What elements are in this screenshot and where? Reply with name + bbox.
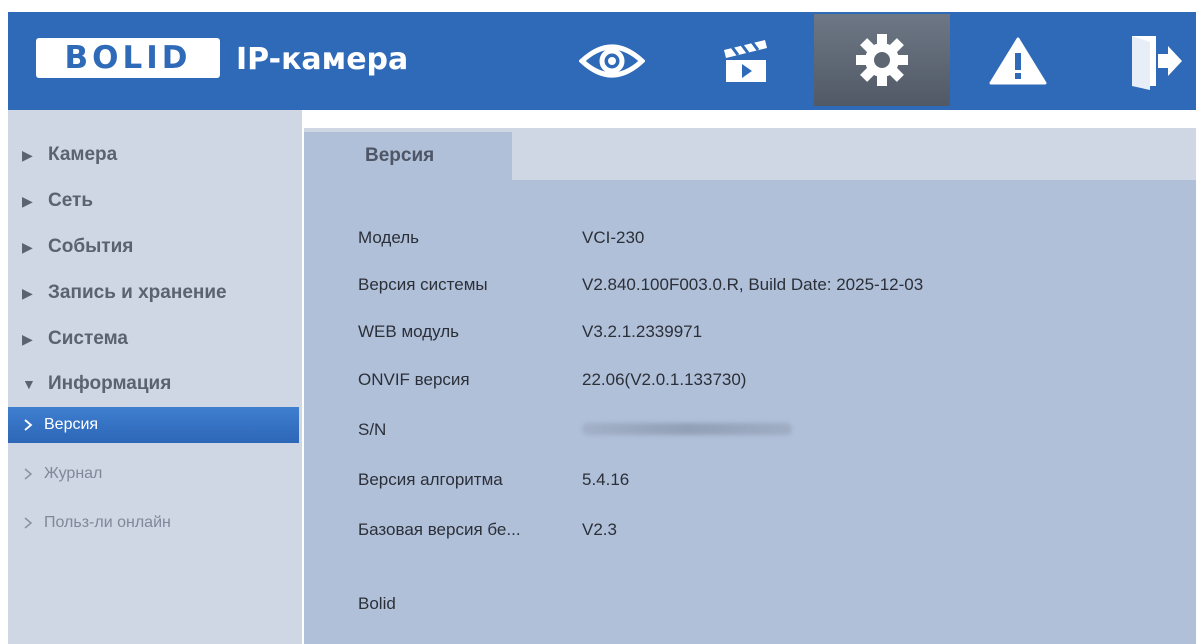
sidebar-item-label: Система xyxy=(48,328,128,349)
info-row-model: Модель VCI-230 xyxy=(358,223,644,253)
sidebar-subitem-online-users[interactable]: Польз-ли онлайн xyxy=(8,505,299,541)
live-view-button[interactable] xyxy=(544,12,680,110)
settings-button[interactable] xyxy=(814,14,950,106)
brand-logo: BOLID xyxy=(36,38,220,78)
alarm-button[interactable] xyxy=(950,12,1086,110)
logout-icon xyxy=(1132,36,1182,90)
warning-icon xyxy=(989,37,1047,85)
sidebar-item-network[interactable]: ▶ Сеть xyxy=(8,186,302,216)
main-content: Версия Модель VCI-230 Версия системы V2.… xyxy=(304,128,1196,644)
sidebar-item-information[interactable]: ▼ Информация xyxy=(8,369,302,399)
serial-number-redacted xyxy=(582,420,792,440)
sidebar-item-system[interactable]: ▶ Система xyxy=(8,324,302,354)
info-row-base-version: Базовая версия бе... V2.3 xyxy=(358,515,617,545)
triangle-right-icon: ▶ xyxy=(22,192,33,209)
info-value: V2.840.100F003.0.R, Build Date: 2025-12-… xyxy=(582,275,924,294)
sidebar-item-label: Сеть xyxy=(48,190,94,211)
tab-bar: Версия xyxy=(304,128,1196,180)
info-row-serial-number: S/N xyxy=(358,415,792,445)
tab-label: Версия xyxy=(365,145,435,166)
playback-button[interactable] xyxy=(678,12,814,110)
tab-version[interactable]: Версия xyxy=(304,132,512,180)
info-row-web-module: WEB модуль V3.2.1.2339971 xyxy=(358,317,702,347)
info-row-onvif-version: ONVIF версия 22.06(V2.0.1.133730) xyxy=(358,365,746,395)
info-label: Базовая версия бе... xyxy=(358,520,521,539)
triangle-right-icon: ▶ xyxy=(22,238,33,255)
sidebar-subitem-label: Версия xyxy=(44,416,99,433)
footer-brand: Bolid xyxy=(358,594,396,613)
chevron-right-icon xyxy=(24,419,34,431)
info-label: S/N xyxy=(358,420,387,439)
eye-icon xyxy=(579,44,645,78)
info-label: Модель xyxy=(358,228,420,247)
info-row-system-version: Версия системы V2.840.100F003.0.R, Build… xyxy=(358,270,923,300)
info-value: V2.3 xyxy=(582,520,617,539)
clapperboard-icon xyxy=(724,40,767,82)
info-label: WEB модуль xyxy=(358,322,460,341)
chevron-right-icon xyxy=(24,468,34,480)
triangle-right-icon: ▶ xyxy=(22,330,33,347)
app-title: IP-камера xyxy=(236,42,409,77)
sidebar-subitem-log[interactable]: Журнал xyxy=(8,456,299,492)
sidebar-item-label: Запись и хранение xyxy=(48,282,227,303)
sidebar-menu: ▶ Камера ▶ Сеть ▶ События ▶ Запись и хра… xyxy=(8,110,302,644)
info-label: Версия алгоритма xyxy=(358,470,503,489)
info-value: VCI-230 xyxy=(582,228,645,247)
sidebar-subitem-label: Журнал xyxy=(44,465,103,482)
info-value: 5.4.16 xyxy=(582,470,630,489)
sidebar-subitem-version[interactable]: Версия xyxy=(8,407,299,443)
info-label: Версия системы xyxy=(358,275,488,294)
gear-icon xyxy=(856,34,908,86)
sidebar-item-label: Камера xyxy=(48,144,118,165)
sidebar-item-events[interactable]: ▶ События xyxy=(8,232,302,262)
top-header: BOLID IP-камера xyxy=(8,12,1196,110)
sidebar-item-camera[interactable]: ▶ Камера xyxy=(8,140,302,170)
logout-button[interactable] xyxy=(1114,12,1196,110)
triangle-right-icon: ▶ xyxy=(22,146,33,163)
logo-text: BOLID xyxy=(64,39,192,76)
info-row-algorithm-version: Версия алгоритма 5.4.16 xyxy=(358,465,629,495)
sidebar-subitem-label: Польз-ли онлайн xyxy=(44,514,171,531)
triangle-down-icon: ▼ xyxy=(22,376,36,392)
info-label: ONVIF версия xyxy=(358,370,470,389)
sidebar-item-storage[interactable]: ▶ Запись и хранение xyxy=(8,278,302,308)
triangle-right-icon: ▶ xyxy=(22,284,33,301)
sidebar-item-label: События xyxy=(48,236,134,257)
info-value: 22.06(V2.0.1.133730) xyxy=(582,370,747,389)
sidebar-item-label: Информация xyxy=(48,373,172,394)
info-value: V3.2.1.2339971 xyxy=(582,322,703,341)
chevron-right-icon xyxy=(24,517,34,529)
